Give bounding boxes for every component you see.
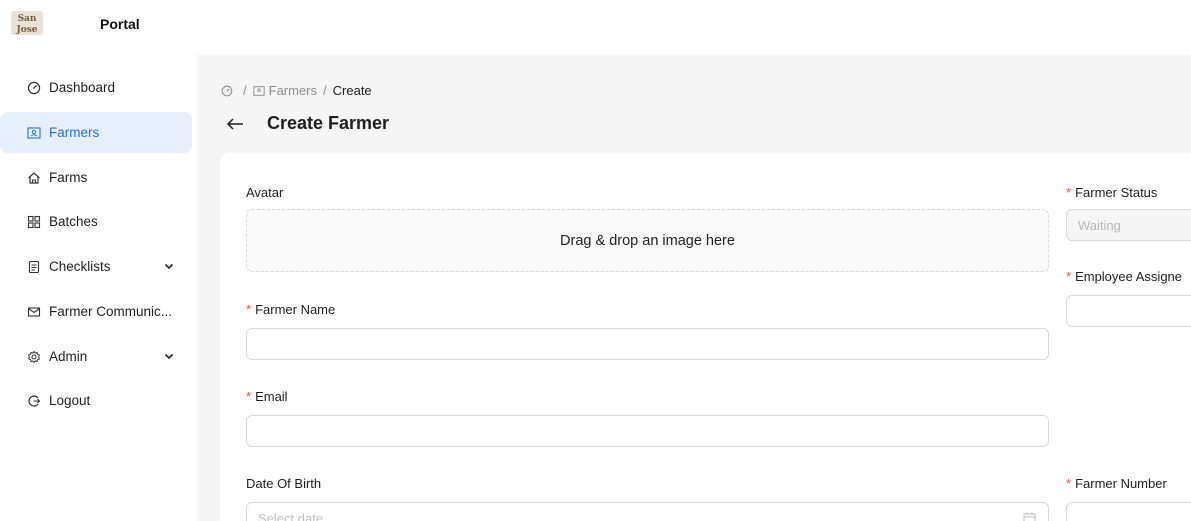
page-title: Create Farmer (267, 113, 390, 133)
dashboard-icon (221, 85, 233, 96)
app-name: Portal (100, 16, 140, 32)
sidebar-item-label: Dashboard (49, 80, 116, 95)
email-label: * Email (246, 389, 288, 404)
sidebar-item-admin[interactable]: Admin (0, 336, 192, 377)
farmer-status-label: * Farmer Status (1066, 185, 1157, 200)
sidebar-item-dashboard[interactable]: Dashboard (0, 67, 192, 108)
email-label-text: Email (255, 389, 288, 404)
page-header: Create Farmer (225, 113, 389, 134)
calendar-icon (1023, 512, 1036, 521)
sidebar-item-checklists[interactable]: Checklists (0, 246, 192, 287)
farmer-name-input[interactable] (246, 328, 1049, 360)
required-mark: * (1066, 185, 1072, 200)
app-logo: San Jose (11, 11, 43, 35)
avatar-label: Avatar (246, 185, 284, 200)
employee-assigned-select[interactable] (1066, 295, 1191, 327)
sidebar-item-farms[interactable]: Farms (0, 157, 192, 198)
sidebar-item-batches[interactable]: Batches (0, 201, 192, 242)
breadcrumb-farmers-label: Farmers (268, 83, 318, 98)
sidebar-item-farmer-communications[interactable]: Farmer Communic... (0, 291, 192, 332)
home-icon (27, 171, 41, 185)
sidebar-item-label: Logout (49, 393, 91, 408)
sidebar-item-label: Farmers (49, 125, 100, 140)
farmer-number-input[interactable] (1066, 502, 1191, 521)
sidebar-item-label: Farms (49, 170, 88, 185)
sidebar-item-label: Checklists (49, 259, 111, 274)
required-mark: * (1066, 269, 1072, 284)
required-mark: * (246, 389, 252, 404)
sidebar-item-farmers[interactable]: Farmers (0, 112, 192, 153)
avatar-dropzone[interactable]: Drag & drop an image here (246, 209, 1049, 272)
breadcrumb: / Farmers / Create (221, 83, 372, 98)
checklist-icon (27, 260, 41, 274)
breadcrumb-separator: / (323, 83, 327, 98)
breadcrumb-farmers[interactable]: Farmers (253, 83, 317, 98)
top-bar: San Jose Portal (0, 0, 1191, 55)
farmer-status-value: Waiting (1078, 217, 1121, 233)
create-farmer-form: Avatar Drag & drop an image here * Farmer… (220, 153, 1191, 521)
breadcrumb-current: Create (332, 83, 372, 98)
sidebar-item-label: Batches (49, 214, 98, 229)
farmer-number-label: * Farmer Number (1066, 476, 1167, 491)
required-mark: * (1066, 476, 1072, 491)
farmer-name-label-text: Farmer Name (255, 302, 336, 317)
date-of-birth-label: Date Of Birth (246, 476, 322, 491)
chevron-down-icon[interactable] (163, 260, 175, 272)
main-content: / Farmers / Create Create Farmer Avatar … (197, 55, 1191, 521)
sidebar: Dashboard Farmers Farms Batches Checklis… (0, 55, 197, 521)
farmer-number-label-text: Farmer Number (1075, 476, 1167, 491)
farmer-status-label-text: Farmer Status (1075, 185, 1158, 200)
svg-text:Jose: Jose (15, 25, 37, 35)
required-mark: * (246, 302, 252, 317)
contacts-icon (27, 126, 41, 140)
settings-icon (27, 350, 41, 364)
breadcrumb-home[interactable] (221, 85, 237, 97)
date-of-birth-picker[interactable]: Select date (246, 502, 1049, 521)
logout-icon (27, 394, 41, 408)
back-arrow-icon[interactable] (225, 116, 245, 132)
sidebar-item-label: Farmer Communic... (49, 304, 173, 319)
svg-text:San: San (18, 14, 37, 24)
email-input[interactable] (246, 415, 1049, 447)
dropzone-text: Drag & drop an image here (560, 232, 735, 249)
chevron-down-icon[interactable] (163, 350, 175, 362)
dashboard-icon (27, 81, 41, 95)
farmer-name-label: * Farmer Name (246, 302, 335, 317)
sidebar-item-label: Admin (49, 349, 88, 364)
breadcrumb-separator: / (243, 83, 247, 98)
mail-icon (27, 305, 41, 319)
date-placeholder: Select date (258, 510, 324, 521)
employee-assigned-label-text: Employee Assigne (1075, 269, 1183, 284)
sidebar-item-logout[interactable]: Logout (0, 380, 192, 421)
batches-icon (27, 215, 41, 229)
employee-assigned-label: * Employee Assigne (1066, 269, 1182, 284)
contacts-icon (253, 85, 265, 96)
farmer-status-select: Waiting (1066, 209, 1191, 241)
